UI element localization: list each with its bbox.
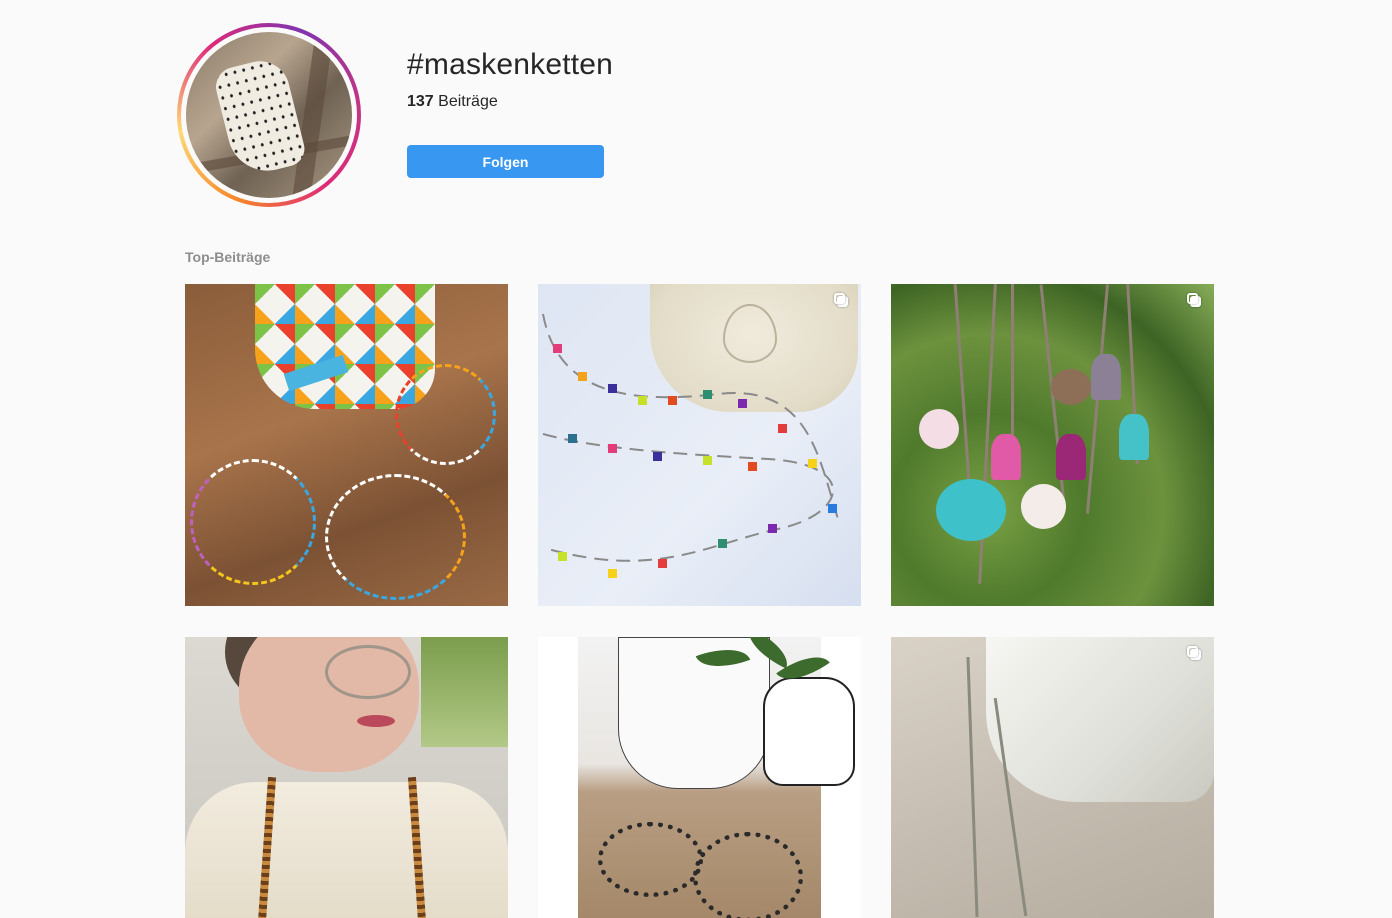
post-image-string: [966, 657, 979, 917]
post-image-bead-ring: [190, 459, 316, 585]
copy-icon: [1187, 646, 1203, 662]
post-tile[interactable]: [538, 284, 861, 606]
post-image-tassel: [1091, 354, 1121, 400]
post-tile[interactable]: [185, 284, 508, 606]
post-image-bead-ring: [598, 822, 703, 897]
post-tile[interactable]: [891, 637, 1214, 918]
post-image-pompom: [919, 409, 959, 449]
post-count-label: Beiträge: [438, 93, 498, 110]
post-image-pompom: [1051, 369, 1091, 405]
post-image-lips: [357, 715, 395, 727]
post-image-tassel: [1056, 434, 1086, 480]
top-posts-heading: Top-Beiträge: [185, 249, 271, 265]
hashtag-title: #maskenketten: [407, 48, 614, 81]
post-image-bead-chain: [542, 313, 839, 578]
hashtag-page: #maskenketten 137 Beiträge Folgen Top-Be…: [0, 0, 1392, 918]
post-image-vase: [763, 677, 855, 786]
post-image-glasses: [325, 645, 411, 699]
avatar-chair-slat: [292, 32, 334, 198]
post-count-number: 137: [407, 93, 434, 110]
avatar-image: [186, 32, 352, 198]
post-image-pompom: [936, 479, 1006, 541]
post-image-shirt: [185, 782, 508, 918]
hashtag-avatar[interactable]: [177, 23, 361, 207]
post-tile[interactable]: [185, 637, 508, 918]
post-image-tassel: [991, 434, 1021, 480]
post-image-pompom: [1021, 484, 1066, 529]
post-image-bead-ring: [395, 364, 496, 465]
post-image-background: [578, 637, 855, 918]
post-image-bead-ring: [693, 832, 803, 918]
post-count: 137 Beiträge: [407, 93, 498, 111]
post-image-bead-ring: [325, 474, 466, 600]
copy-icon: [1187, 293, 1203, 309]
post-image-window: [421, 637, 508, 747]
post-image-tassel: [1119, 414, 1149, 460]
post-image-cord: [953, 284, 972, 494]
post-tile[interactable]: [538, 637, 861, 918]
follow-button[interactable]: Folgen: [407, 145, 604, 178]
post-tile[interactable]: [891, 284, 1214, 606]
post-image-mask: [986, 637, 1214, 802]
copy-icon: [834, 293, 850, 309]
